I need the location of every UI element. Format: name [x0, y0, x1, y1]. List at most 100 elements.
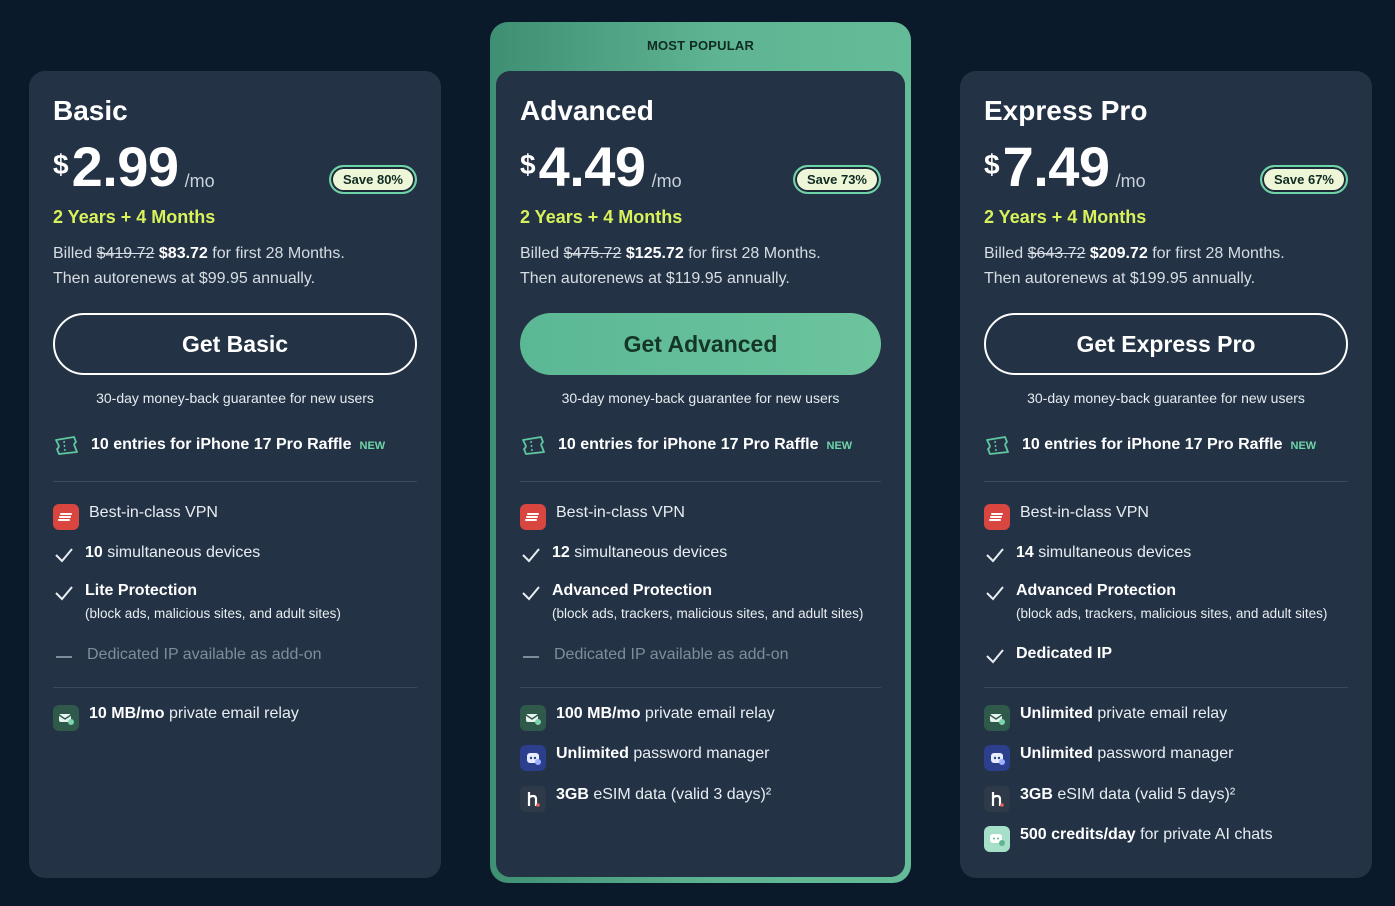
- save-badge: Save 67%: [1260, 165, 1348, 194]
- billed-new-price: $125.72: [625, 245, 684, 262]
- billed-prefix: Billed: [53, 245, 93, 262]
- feature-ai-chats: 500 credits/day for private AI chats: [984, 826, 1273, 852]
- ticket-icon: [522, 436, 545, 455]
- check-icon: [986, 586, 1004, 601]
- divider: [520, 481, 881, 482]
- protection-detail: (block ads, trackers, malicious sites, a…: [552, 606, 864, 621]
- renew-text: Then autorenews at $199.95 annually.: [984, 270, 1256, 287]
- check-icon: [986, 649, 1004, 664]
- email-relay-text: private email relay: [169, 705, 299, 722]
- email-relay-amount: 100 MB/mo: [556, 705, 641, 722]
- esim-text: eSIM data (valid 5 days)²: [1057, 786, 1236, 803]
- email-relay-text: private email relay: [1097, 705, 1228, 722]
- devices-count: 14: [1016, 544, 1034, 561]
- check-icon: [522, 586, 540, 601]
- currency-symbol: $: [53, 149, 69, 180]
- ticket-icon: [55, 436, 78, 455]
- new-badge: NEW: [1290, 440, 1317, 452]
- esim-text: eSIM data (valid 3 days)²: [593, 786, 772, 803]
- email-relay-amount: Unlimited: [1020, 705, 1093, 722]
- most-popular-label: MOST POPULAR: [646, 38, 755, 53]
- get-basic-button[interactable]: Get Basic: [53, 313, 417, 375]
- feature-dedicated-ip: Dedicated IP: [984, 645, 1112, 667]
- get-advanced-button[interactable]: Get Advanced: [520, 313, 881, 375]
- price-period: /mo: [184, 171, 215, 191]
- plan-name: Express Pro: [984, 95, 1148, 126]
- esim-icon: [520, 786, 546, 812]
- protection-detail: (block ads, malicious sites, and adult s…: [85, 606, 341, 621]
- raffle-entry: 10 entries for iPhone 17 Pro Raffle NEW: [984, 435, 1316, 455]
- expressvpn-icon: [984, 504, 1010, 530]
- protection-detail: (block ads, trackers, malicious sites, a…: [1016, 606, 1328, 621]
- esim-amount: 3GB: [1020, 786, 1053, 803]
- ticket-icon: [986, 436, 1009, 455]
- password-manager-amount: Unlimited: [1020, 745, 1093, 762]
- ai-credits-text: for private AI chats: [1140, 826, 1273, 843]
- email-relay-icon: [53, 705, 79, 731]
- divider: [984, 687, 1348, 688]
- feature-protection: Advanced Protection (block ads, trackers,…: [520, 582, 863, 621]
- price-period: /mo: [1115, 171, 1146, 191]
- feature-text: Best-in-class VPN: [1020, 504, 1149, 521]
- password-manager-text: password manager: [633, 745, 770, 762]
- divider: [984, 481, 1348, 482]
- price: $ 4.49 /mo: [520, 139, 682, 195]
- renew-text: Then autorenews at $119.95 annually.: [520, 270, 790, 287]
- email-relay-text: private email relay: [644, 705, 775, 722]
- billing-info: Billed $419.72 $83.72 for first 28 Month…: [53, 241, 345, 291]
- get-express-pro-button[interactable]: Get Express Pro: [984, 313, 1348, 375]
- feature-protection: Lite Protection (block ads, malicious sit…: [53, 582, 341, 621]
- feature-esim: 3GB eSIM data (valid 3 days)²: [520, 786, 771, 812]
- feature-protection: Advanced Protection (block ads, trackers,…: [984, 582, 1327, 621]
- email-relay-icon: [520, 705, 546, 731]
- devices-count: 12: [552, 544, 570, 561]
- plan-term: 2 Years + 4 Months: [53, 207, 216, 227]
- divider: [520, 687, 881, 688]
- password-manager-icon: [984, 745, 1010, 771]
- protection-title: Lite Protection: [85, 582, 198, 599]
- feature-email-relay: 100 MB/mo private email relay: [520, 705, 775, 731]
- check-icon: [55, 586, 73, 601]
- dedicated-ip-text: Dedicated IP available as add-on: [554, 646, 789, 663]
- most-popular-frame: MOST POPULAR Advanced $ 4.49 /mo Save 73…: [490, 22, 911, 883]
- expressvpn-icon: [520, 504, 546, 530]
- price-amount: 7.49: [1002, 135, 1111, 198]
- feature-text: Best-in-class VPN: [89, 504, 218, 521]
- esim-icon: [984, 786, 1010, 812]
- feature-devices: 10 simultaneous devices: [53, 544, 260, 566]
- billed-new-price: $209.72: [1089, 245, 1148, 262]
- feature-devices: 14 simultaneous devices: [984, 544, 1191, 566]
- raffle-text: 10 entries for iPhone 17 Pro Raffle: [1022, 436, 1283, 453]
- password-manager-text: password manager: [1097, 745, 1234, 762]
- feature-vpn: Best-in-class VPN: [53, 504, 218, 530]
- billed-old-price: $419.72: [96, 245, 155, 262]
- dedicated-ip-text: Dedicated IP available as add-on: [87, 646, 322, 663]
- billed-prefix: Billed: [520, 245, 560, 262]
- ai-chat-icon: [984, 826, 1010, 852]
- expressvpn-icon: [53, 504, 79, 530]
- devices-text: simultaneous devices: [107, 544, 261, 561]
- raffle-entry: 10 entries for iPhone 17 Pro Raffle NEW: [520, 435, 852, 455]
- price-period: /mo: [651, 171, 682, 191]
- billed-suffix: for first 28 Months.: [212, 245, 345, 262]
- price: $ 2.99 /mo: [53, 139, 215, 195]
- check-icon: [986, 548, 1004, 563]
- feature-password-manager: Unlimited password manager: [520, 745, 769, 771]
- save-badge: Save 80%: [329, 165, 417, 194]
- feature-dedicated-ip: Dedicated IP available as add-on: [53, 646, 322, 664]
- price: $ 7.49 /mo: [984, 139, 1146, 195]
- currency-symbol: $: [984, 149, 1000, 180]
- devices-text: simultaneous devices: [1038, 544, 1192, 561]
- feature-devices: 12 simultaneous devices: [520, 544, 727, 566]
- feature-esim: 3GB eSIM data (valid 5 days)²: [984, 786, 1235, 812]
- plan-card-basic: Basic $ 2.99 /mo Save 80% 2 Years + 4 Mo…: [29, 71, 441, 878]
- check-icon: [55, 548, 73, 563]
- feature-text: Best-in-class VPN: [556, 504, 685, 521]
- divider: [53, 481, 417, 482]
- guarantee-text: 30-day money-back guarantee for new user…: [1027, 390, 1305, 406]
- ai-credits-amount: 500 credits/day: [1020, 826, 1136, 843]
- divider: [53, 687, 417, 688]
- billing-info: Billed $475.72 $125.72 for first 28 Mont…: [520, 241, 821, 291]
- protection-title: Advanced Protection: [1016, 582, 1177, 599]
- billed-prefix: Billed: [984, 245, 1024, 262]
